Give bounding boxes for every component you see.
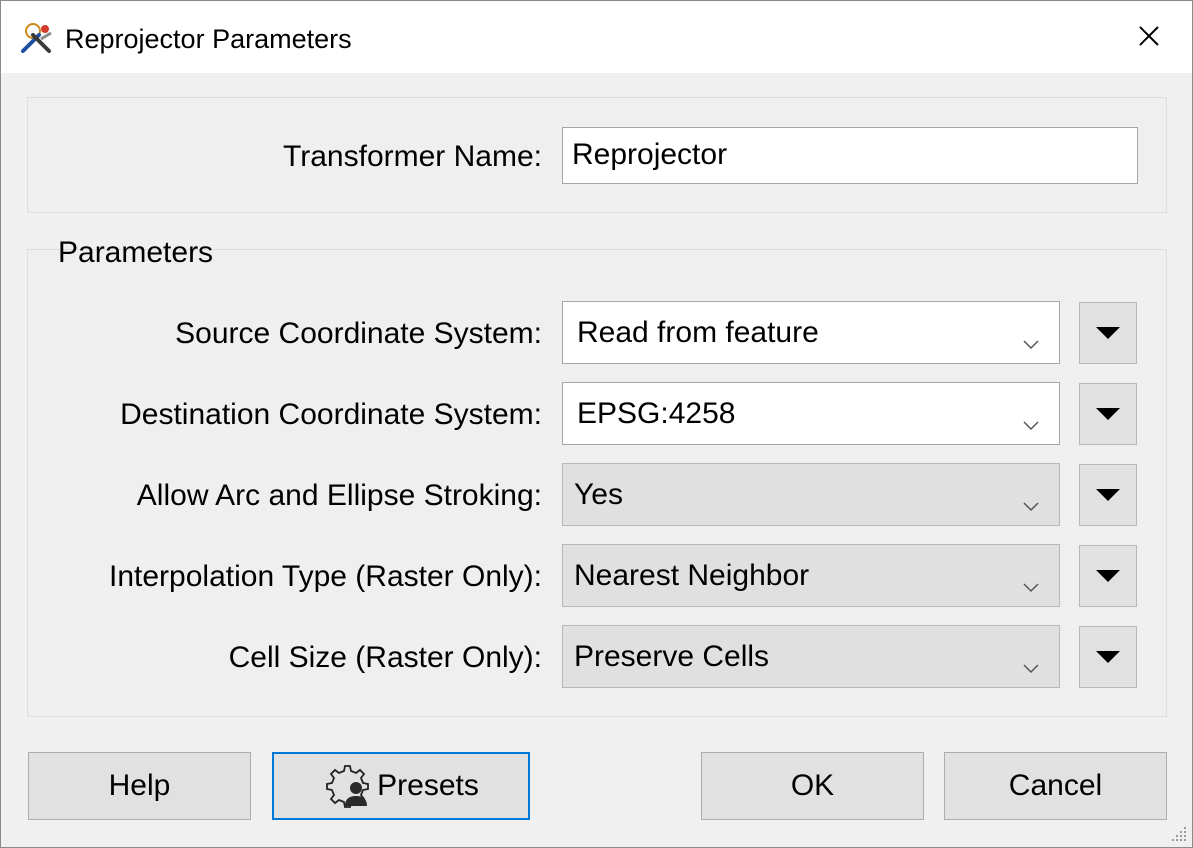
- source-coordinate-system-value: Read from feature: [577, 315, 819, 349]
- interpolation-type-label: Interpolation Type (Raster Only):: [109, 560, 542, 593]
- close-icon: [1138, 25, 1160, 52]
- destination-coordinate-system-label: Destination Coordinate System:: [120, 398, 542, 431]
- allow-arc-stroking-menu-button[interactable]: [1079, 464, 1137, 526]
- presets-button[interactable]: Presets: [272, 752, 530, 820]
- allow-arc-stroking-label: Allow Arc and Ellipse Stroking:: [136, 479, 542, 512]
- triangle-down-icon: [1096, 570, 1120, 582]
- ok-button[interactable]: OK: [701, 752, 924, 820]
- source-coordinate-system-menu-button[interactable]: [1079, 302, 1137, 364]
- destination-coordinate-system-combo[interactable]: EPSG:4258: [562, 382, 1060, 445]
- parameters-section-title: Parameters: [58, 236, 214, 269]
- destination-coordinate-system-menu-button[interactable]: [1079, 383, 1137, 445]
- transformer-name-input[interactable]: Reprojector: [562, 127, 1138, 184]
- help-button[interactable]: Help: [28, 752, 251, 820]
- window-title: Reprojector Parameters: [65, 24, 352, 54]
- chevron-down-icon: [1023, 324, 1039, 350]
- resize-grip-icon[interactable]: [1170, 825, 1188, 843]
- chevron-down-icon: [1023, 405, 1039, 431]
- allow-arc-stroking-value: Yes: [574, 477, 623, 511]
- source-coordinate-system-label: Source Coordinate System:: [175, 317, 542, 350]
- triangle-down-icon: [1096, 327, 1120, 339]
- close-button[interactable]: [1125, 19, 1173, 57]
- allow-arc-stroking-combo[interactable]: Yes: [562, 463, 1060, 526]
- presets-gear-user-icon: [323, 762, 373, 810]
- triangle-down-icon: [1096, 408, 1120, 420]
- help-button-label: Help: [108, 769, 171, 802]
- dialog-window: Reprojector Parameters Transformer Name:…: [0, 0, 1193, 848]
- destination-coordinate-system-value: EPSG:4258: [577, 396, 736, 430]
- ok-button-label: OK: [790, 769, 835, 802]
- chevron-down-icon: [1023, 486, 1039, 512]
- chevron-down-icon: [1023, 567, 1039, 593]
- transformer-name-label: Transformer Name:: [283, 140, 542, 173]
- triangle-down-icon: [1096, 651, 1120, 663]
- cell-size-menu-button[interactable]: [1079, 626, 1137, 688]
- presets-button-label: Presets: [377, 769, 479, 802]
- title-bar: Reprojector Parameters: [1, 1, 1192, 73]
- cell-size-value: Preserve Cells: [574, 639, 770, 673]
- triangle-down-icon: [1096, 489, 1120, 501]
- cancel-button-label: Cancel: [1008, 769, 1103, 802]
- source-coordinate-system-combo[interactable]: Read from feature: [562, 301, 1060, 364]
- chevron-down-icon: [1023, 648, 1039, 674]
- fme-transformer-icon: [19, 21, 55, 57]
- cell-size-label: Cell Size (Raster Only):: [228, 641, 542, 674]
- interpolation-type-menu-button[interactable]: [1079, 545, 1137, 607]
- cancel-button[interactable]: Cancel: [944, 752, 1167, 820]
- interpolation-type-value: Nearest Neighbor: [574, 558, 810, 592]
- interpolation-type-combo[interactable]: Nearest Neighbor: [562, 544, 1060, 607]
- cell-size-combo[interactable]: Preserve Cells: [562, 625, 1060, 688]
